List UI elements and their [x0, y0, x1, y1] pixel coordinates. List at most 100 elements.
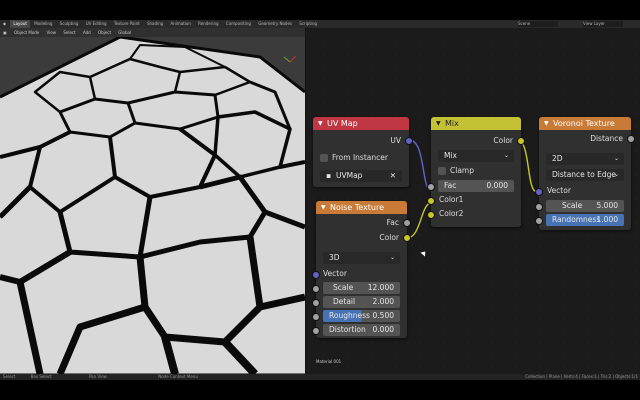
status-select: Select [3, 374, 16, 379]
fac-field[interactable]: Fac 0.000 [438, 180, 514, 192]
scale-label: Scale [562, 201, 583, 210]
color-output-socket[interactable] [517, 137, 525, 145]
node-title: Noise Texture [330, 203, 385, 212]
scale-value: 5.000 [596, 201, 618, 210]
tab-layout[interactable]: Layout [10, 20, 30, 28]
roughness-field[interactable]: Roughness 0.500 [323, 310, 400, 322]
clamp-checkbox[interactable] [438, 167, 446, 175]
from-instancer-checkbox[interactable] [320, 154, 328, 162]
color1-label: Color1 [439, 195, 464, 204]
fac-output-socket[interactable] [403, 219, 411, 227]
status-node-context-menu: Node Context Menu [158, 374, 198, 379]
tab-compositing[interactable]: Compositing [223, 20, 254, 28]
material-name-label: Material.001 [316, 359, 342, 364]
tab-rendering[interactable]: Rendering [195, 20, 221, 28]
status-box-select: Box Select [30, 374, 52, 379]
tab-shading[interactable]: Shading [144, 20, 166, 28]
uv-map-node[interactable]: ▼ UV Map UV From Instancer ▪ UVMap ✕ [313, 117, 413, 187]
voronoi-plane-render [0, 37, 305, 374]
noise-texture-node[interactable]: ▼ Noise Texture Fac Color 3D ⌄ Vector Sc… [312, 201, 411, 338]
color-output-socket[interactable] [403, 234, 411, 242]
distortion-label: Distortion [329, 325, 366, 334]
object-mode-dropdown[interactable]: Object Mode [11, 28, 42, 37]
color2-input-socket[interactable] [427, 211, 435, 219]
blend-mode-dropdown[interactable]: Mix ⌄ [438, 150, 514, 162]
color2-label: Color2 [439, 209, 464, 218]
distortion-input-socket[interactable] [312, 327, 320, 335]
uv-map-node-header[interactable]: ▼ UV Map [313, 117, 409, 130]
tab-sculpting[interactable]: Sculpting [57, 20, 82, 28]
3d-viewport[interactable] [0, 37, 305, 374]
orientation-dropdown[interactable]: Global [115, 28, 134, 37]
uv-output-socket[interactable] [405, 137, 413, 145]
detail-input-socket[interactable] [312, 299, 320, 307]
color-output-label: Color [379, 233, 399, 242]
from-instancer-label: From Instancer [332, 153, 388, 162]
fac-value: 0.000 [486, 181, 508, 190]
color1-input-socket[interactable] [427, 197, 435, 205]
dimensions-value: 2D [552, 154, 563, 163]
status-scene-stats: Collection | Plane | Verts:4 | Faces:1 |… [525, 374, 638, 379]
roughness-input-socket[interactable] [312, 313, 320, 321]
scale-field[interactable]: Scale 12.000 [323, 282, 400, 294]
viewport-header: ▣ Object Mode View Select Add Object Glo… [0, 28, 305, 37]
noise-node-header[interactable]: ▼ Noise Texture [316, 201, 407, 214]
collapse-arrow-icon[interactable]: ▼ [436, 117, 441, 130]
tab-uv-editing[interactable]: UV Editing [83, 20, 110, 28]
collapse-arrow-icon[interactable]: ▼ [318, 117, 323, 130]
scale-field[interactable]: Scale 5.000 [546, 200, 624, 212]
fac-input-socket[interactable] [427, 183, 435, 191]
scale-input-socket[interactable] [535, 203, 543, 211]
randomness-value: 1.000 [596, 215, 618, 224]
dimensions-dropdown[interactable]: 2D ⌄ [546, 153, 624, 165]
status-bar: Select Box Select Pan View Node Context … [0, 374, 640, 380]
tab-texture-paint[interactable]: Texture Paint [111, 20, 143, 28]
chevron-down-icon: ⌄ [613, 155, 619, 162]
chevron-down-icon: ⌄ [389, 254, 395, 261]
tab-modeling[interactable]: Modeling [31, 20, 55, 28]
distortion-field[interactable]: Distortion 0.000 [323, 324, 400, 336]
editor-type-icon[interactable]: ▣ [0, 28, 10, 37]
shader-node-editor[interactable]: ▼ UV Map UV From Instancer ▪ UVMap ✕ ▼ M… [306, 37, 640, 374]
randomness-input-socket[interactable] [535, 217, 543, 225]
chevron-down-icon: ⌄ [613, 171, 619, 178]
scene-selector[interactable]: Scene [518, 21, 558, 27]
status-pan-view: Pan View [88, 374, 107, 379]
dimensions-value: 3D [329, 253, 340, 262]
blender-logo-icon[interactable]: ◆ [0, 20, 9, 28]
mix-node-header[interactable]: ▼ Mix [431, 117, 521, 130]
scale-input-socket[interactable] [312, 285, 320, 293]
tab-animation[interactable]: Animation [167, 20, 193, 28]
menu-add[interactable]: Add [80, 28, 94, 37]
randomness-label: Randomness [552, 215, 601, 224]
detail-field[interactable]: Detail 2.000 [323, 296, 400, 308]
output-label: Color [493, 136, 513, 145]
collapse-arrow-icon[interactable]: ▼ [321, 201, 326, 214]
roughness-label: Roughness [329, 311, 370, 320]
vector-input-socket[interactable] [535, 188, 543, 196]
clear-icon[interactable]: ✕ [390, 170, 396, 182]
roughness-value: 0.500 [372, 311, 394, 320]
tab-geometry-nodes[interactable]: Geometry Nodes [255, 20, 295, 28]
node-title: UV Map [327, 119, 358, 128]
dimensions-dropdown[interactable]: 3D ⌄ [323, 252, 400, 264]
menu-select[interactable]: Select [60, 28, 78, 37]
distortion-value: 0.000 [372, 325, 394, 334]
distance-output-socket[interactable] [627, 135, 635, 143]
fac-label: Fac [444, 181, 457, 190]
tab-scripting[interactable]: Scripting [296, 20, 320, 28]
mix-node[interactable]: ▼ Mix Color Mix ⌄ Clamp Fac 0.000 Color1… [427, 117, 525, 227]
workspace-tabs-bar: ◆ Layout Modeling Sculpting UV Editing T… [0, 20, 640, 28]
uv-map-value: UVMap [336, 171, 363, 180]
view-layer-selector[interactable]: View Layer [583, 21, 623, 27]
menu-object[interactable]: Object [95, 28, 114, 37]
randomness-field[interactable]: Randomness 1.000 [546, 214, 624, 226]
collapse-arrow-icon[interactable]: ▼ [544, 117, 549, 130]
feature-dropdown[interactable]: Distance to Edge ⌄ [546, 169, 624, 181]
detail-label: Detail [333, 297, 356, 306]
voronoi-node-header[interactable]: ▼ Voronoi Texture [539, 117, 631, 130]
uv-map-selector[interactable]: ▪ UVMap ✕ [320, 170, 402, 182]
vector-input-socket[interactable] [312, 271, 320, 279]
voronoi-texture-node[interactable]: ▼ Voronoi Texture Distance 2D ⌄ Distance… [535, 117, 635, 230]
menu-view[interactable]: View [44, 28, 60, 37]
